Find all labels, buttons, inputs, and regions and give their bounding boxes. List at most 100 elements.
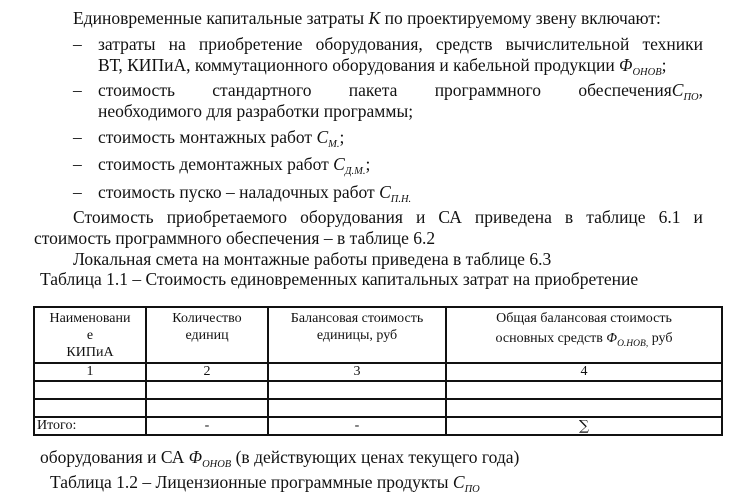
header-text: единиц	[185, 328, 229, 343]
table-cell	[145, 398, 269, 418]
column-number: 4	[445, 362, 723, 382]
formula-variable: C	[379, 182, 391, 202]
header-text: Количество	[172, 311, 242, 326]
word-with-formula: обеспеченияCПО,	[578, 80, 703, 108]
formula-variable: C	[333, 154, 345, 174]
punctuation: ;	[339, 127, 345, 147]
word: обеспечения	[578, 80, 672, 100]
formula-subscript: П.Н.	[390, 194, 412, 205]
column-number: 2	[145, 362, 269, 382]
header-unit-cost: Балансовая стоимость единицы, руб	[267, 306, 447, 364]
table-number-row: 1 2 3 4	[33, 362, 723, 382]
table-row	[33, 398, 723, 418]
paragraph-2-line1: Стоимость приобретаемого оборудования и …	[73, 207, 703, 227]
paragraph-3: Локальная смета на монтажные работы прив…	[73, 249, 552, 269]
table-cell	[145, 380, 269, 400]
table-cell	[267, 380, 447, 400]
list-item-text: стоимость демонтажных работ	[98, 154, 329, 174]
list-dash: –	[73, 127, 82, 147]
table-total-row: Итого: - - ∑	[33, 416, 723, 436]
header-text-with-formula: основных средств ΦО.НОВ, руб	[449, 330, 719, 353]
header-text: Общая балансовая стоимость	[496, 311, 672, 326]
word: на	[168, 34, 186, 54]
header-text: КИПиА	[66, 345, 114, 360]
list-item-2-line2: необходимого для разработки программы;	[98, 101, 414, 121]
caption-text: Таблица 1.2 – Лицензионные программные п…	[50, 472, 449, 492]
word: в	[564, 207, 574, 227]
word: оборудования	[300, 207, 403, 227]
word: приобретение	[198, 34, 303, 54]
total-label: Итого:	[33, 416, 147, 436]
word: приобретаемого	[166, 207, 288, 227]
word: и	[693, 207, 703, 227]
list-dash: –	[73, 34, 82, 54]
word: средств	[435, 34, 493, 54]
list-item-1-line2: ВТ, КИПиА, коммутационного оборудования …	[98, 55, 667, 83]
table-header-row: Наименовани е КИПиА Количество единиц Ба…	[33, 306, 723, 364]
capital-costs-table: Наименовани е КИПиА Количество единиц Ба…	[33, 306, 723, 436]
list-dash: –	[73, 154, 82, 174]
table-cell	[445, 398, 723, 418]
word: техники	[642, 34, 703, 54]
header-quantity: Количество единиц	[145, 306, 269, 364]
formula-variable: Φ	[606, 331, 618, 346]
table-1-caption-continued: оборудования и СА ΦОНОВ (в действующих ц…	[40, 447, 519, 475]
list-dash: –	[73, 80, 82, 100]
header-text: Балансовая стоимость	[290, 311, 424, 326]
header-name: Наименовани е КИПиА	[33, 306, 147, 364]
punctuation: ;	[661, 55, 667, 75]
intro-text-rest: по проектируемому звену включают:	[384, 8, 661, 28]
header-total-cost: Общая балансовая стоимость основных сред…	[445, 306, 723, 364]
formula-subscript: Д.М.	[344, 166, 366, 177]
word: программного	[434, 80, 542, 100]
formula-subscript: ПО	[464, 484, 480, 495]
word: 6.1	[658, 207, 681, 227]
punctuation: ,	[698, 80, 703, 100]
column-number: 3	[267, 362, 447, 382]
table-cell	[33, 398, 147, 418]
formula-variable: Φ	[188, 447, 203, 467]
word: таблице	[586, 207, 646, 227]
formula-variable: C	[671, 80, 684, 100]
table-cell	[33, 380, 147, 400]
capital-cost-variable: K	[368, 8, 381, 28]
list-item-text: стоимость монтажных работ	[98, 127, 313, 147]
word: оборудования,	[315, 34, 423, 54]
caption-text: (в действующих ценах текущего года)	[235, 447, 520, 467]
formula-variable: C	[316, 127, 329, 147]
header-text: е	[86, 328, 94, 343]
intro-paragraph: Единовременные капитальные затраты K по …	[73, 8, 661, 28]
paragraph-2-line2: стоимость программного обеспечения – в т…	[34, 228, 436, 248]
table-cell	[267, 398, 447, 418]
formula-variable: C	[452, 472, 465, 492]
formula-subscript: ОНОВ	[202, 459, 232, 470]
list-item-1-line1: затраты на приобретение оборудования, ср…	[98, 34, 703, 54]
list-item-4: стоимость демонтажных работ CД.М.;	[98, 154, 370, 182]
formula-subscript: ОНОВ	[632, 67, 662, 78]
column-number: 1	[33, 362, 147, 382]
list-item-5: стоимость пуско – наладочных работ CП.Н.	[98, 182, 411, 210]
table-2-caption: Таблица 1.2 – Лицензионные программные п…	[50, 472, 480, 500]
formula-subscript: О.НОВ,	[617, 339, 649, 349]
list-item-text: ВТ, КИПиА, коммутационного оборудования …	[98, 55, 615, 75]
word: и	[415, 207, 426, 227]
formula-subscript: ПО	[683, 92, 699, 103]
formula-variable: Φ	[619, 55, 633, 75]
table-1-caption: Таблица 1.1 – Стоимость единовременных к…	[40, 269, 639, 289]
word: затраты	[98, 34, 156, 54]
intro-text: Единовременные капитальные затраты	[73, 8, 365, 28]
word: приведена	[474, 207, 552, 227]
table-cell	[445, 380, 723, 400]
punctuation: ;	[365, 154, 371, 174]
table-row	[33, 380, 723, 400]
header-unit: руб	[651, 331, 673, 346]
header-text: единицы, руб	[316, 328, 398, 343]
list-item-text: стоимость пуско – наладочных работ	[98, 182, 375, 202]
list-item-3: стоимость монтажных работ CМ.;	[98, 127, 344, 155]
word: СА	[438, 207, 462, 227]
header-text: основных средств	[495, 331, 603, 346]
total-cell: -	[267, 416, 447, 436]
list-dash: –	[73, 182, 82, 202]
sum-symbol: ∑	[445, 416, 723, 436]
caption-text: оборудования и СА	[40, 447, 185, 467]
